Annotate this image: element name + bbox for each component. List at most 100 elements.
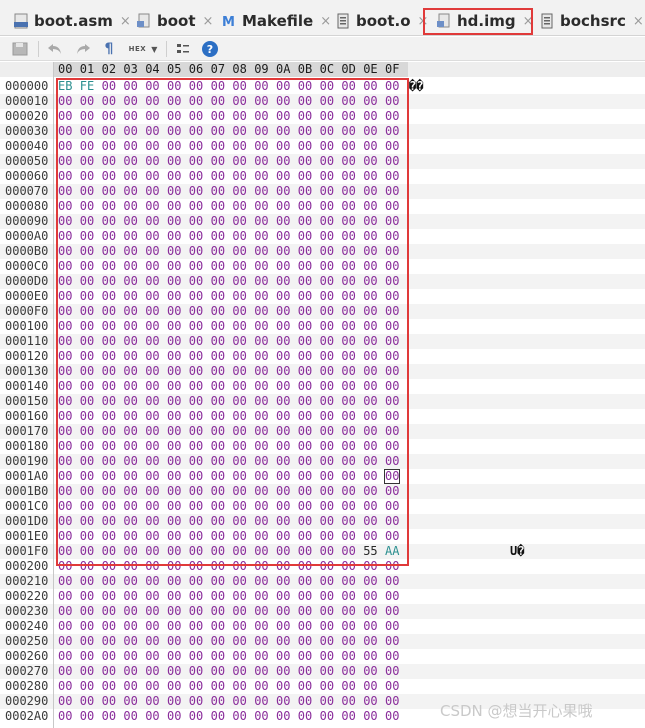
hex-byte[interactable]: 00: [320, 604, 334, 619]
hex-byte[interactable]: 00: [102, 139, 116, 154]
hex-byte[interactable]: 00: [363, 439, 377, 454]
hex-byte[interactable]: 00: [167, 589, 181, 604]
hex-byte[interactable]: 00: [58, 604, 72, 619]
hex-byte[interactable]: 00: [58, 379, 72, 394]
hex-byte[interactable]: 00: [298, 349, 312, 364]
hex-byte[interactable]: 00: [341, 289, 355, 304]
hex-byte[interactable]: 00: [167, 304, 181, 319]
hex-byte[interactable]: 00: [298, 649, 312, 664]
hex-byte[interactable]: 00: [341, 244, 355, 259]
hex-byte[interactable]: 00: [189, 529, 203, 544]
hex-byte[interactable]: 00: [58, 679, 72, 694]
hex-byte[interactable]: 00: [276, 184, 290, 199]
hex-byte[interactable]: 00: [341, 364, 355, 379]
hex-byte[interactable]: 00: [320, 649, 334, 664]
hex-byte[interactable]: 00: [167, 319, 181, 334]
hex-byte[interactable]: 00: [341, 274, 355, 289]
hex-byte[interactable]: 00: [298, 94, 312, 109]
hex-byte[interactable]: 00: [232, 364, 246, 379]
hex-byte[interactable]: 00: [232, 109, 246, 124]
hex-byte[interactable]: 00: [211, 469, 225, 484]
save-icon[interactable]: [10, 40, 30, 58]
hex-byte[interactable]: 00: [341, 394, 355, 409]
hex-byte[interactable]: 00: [254, 634, 268, 649]
hex-byte[interactable]: 00: [276, 514, 290, 529]
hex-byte[interactable]: 00: [276, 589, 290, 604]
hex-byte[interactable]: 00: [58, 214, 72, 229]
hex-byte[interactable]: 00: [254, 109, 268, 124]
hex-byte[interactable]: 00: [276, 529, 290, 544]
hex-byte[interactable]: 00: [276, 334, 290, 349]
hex-byte[interactable]: 00: [167, 499, 181, 514]
hex-byte[interactable]: 00: [167, 244, 181, 259]
hex-byte[interactable]: 00: [276, 244, 290, 259]
hex-byte[interactable]: 00: [123, 379, 137, 394]
hex-byte[interactable]: 00: [341, 229, 355, 244]
hex-byte[interactable]: 00: [102, 304, 116, 319]
hex-byte[interactable]: 00: [341, 649, 355, 664]
hex-byte[interactable]: 00: [211, 559, 225, 574]
hex-byte[interactable]: 00: [167, 544, 181, 559]
hex-byte[interactable]: 00: [341, 154, 355, 169]
hex-byte[interactable]: 00: [341, 544, 355, 559]
hex-byte[interactable]: 00: [189, 664, 203, 679]
hex-byte[interactable]: 00: [58, 589, 72, 604]
hex-row[interactable]: 0000E0 00 00 00 00 00 00 00 00 00 00 00 00 00 00 00 00: [0, 289, 645, 304]
hex-byte[interactable]: 00: [276, 229, 290, 244]
hex-row[interactable]: 000130 00 00 00 00 00 00 00 00 00 00 00 00 00 00 00 00: [0, 364, 645, 379]
hex-byte[interactable]: 00: [385, 499, 399, 514]
hex-byte[interactable]: 00: [276, 109, 290, 124]
hex-byte[interactable]: 00: [254, 469, 268, 484]
hex-byte[interactable]: 00: [123, 604, 137, 619]
hex-byte[interactable]: 00: [320, 259, 334, 274]
hex-byte[interactable]: 00: [211, 484, 225, 499]
hex-byte[interactable]: 00: [276, 124, 290, 139]
hex-byte[interactable]: 00: [123, 139, 137, 154]
hex-byte[interactable]: 00: [167, 94, 181, 109]
hex-byte[interactable]: 00: [145, 109, 159, 124]
hex-byte[interactable]: 00: [211, 619, 225, 634]
hex-byte[interactable]: 00: [232, 529, 246, 544]
hex-byte[interactable]: 00: [320, 334, 334, 349]
hex-byte[interactable]: 00: [232, 484, 246, 499]
hex-byte[interactable]: 00: [341, 514, 355, 529]
hex-row[interactable]: 0001E0 00 00 00 00 00 00 00 00 00 00 00 00 00 00 00 00: [0, 529, 645, 544]
hex-byte[interactable]: 00: [298, 364, 312, 379]
hex-byte[interactable]: 00: [341, 559, 355, 574]
hex-byte[interactable]: 00: [276, 454, 290, 469]
hex-byte[interactable]: 00: [189, 679, 203, 694]
hex-byte[interactable]: 00: [80, 454, 94, 469]
hex-byte[interactable]: 00: [211, 139, 225, 154]
hex-byte[interactable]: 00: [123, 154, 137, 169]
hex-byte[interactable]: 00: [123, 679, 137, 694]
hex-byte[interactable]: 00: [102, 499, 116, 514]
hex-byte[interactable]: 00: [102, 469, 116, 484]
hex-byte[interactable]: 00: [254, 664, 268, 679]
hex-byte[interactable]: 00: [232, 679, 246, 694]
hex-byte[interactable]: 00: [123, 214, 137, 229]
hex-byte[interactable]: 00: [189, 199, 203, 214]
hex-row[interactable]: 000280 00 00 00 00 00 00 00 00 00 00 00 00 00 00 00 00: [0, 679, 645, 694]
hex-byte[interactable]: 00: [254, 379, 268, 394]
hex-byte[interactable]: 00: [189, 439, 203, 454]
hex-byte[interactable]: 00: [341, 574, 355, 589]
hex-byte[interactable]: 00: [58, 709, 72, 724]
hex-byte[interactable]: 00: [58, 184, 72, 199]
hex-byte[interactable]: 00: [167, 424, 181, 439]
hex-byte[interactable]: 00: [385, 349, 399, 364]
hex-byte[interactable]: 00: [123, 424, 137, 439]
hex-byte[interactable]: 00: [363, 424, 377, 439]
hex-byte[interactable]: 00: [123, 319, 137, 334]
hex-byte[interactable]: 00: [80, 274, 94, 289]
hex-byte[interactable]: 00: [298, 514, 312, 529]
hex-byte[interactable]: 00: [385, 364, 399, 379]
hex-byte[interactable]: 00: [145, 544, 159, 559]
hex-byte[interactable]: 00: [167, 709, 181, 724]
hex-byte[interactable]: 00: [320, 229, 334, 244]
hex-byte[interactable]: 00: [145, 664, 159, 679]
hex-byte[interactable]: 00: [298, 634, 312, 649]
tab-boot-o[interactable]: boot.o ×: [336, 6, 428, 36]
hex-row[interactable]: 000010 00 00 00 00 00 00 00 00 00 00 00 00 00 00 00 00: [0, 94, 645, 109]
ascii-text[interactable]: U�: [510, 544, 524, 559]
hex-byte[interactable]: 00: [276, 364, 290, 379]
